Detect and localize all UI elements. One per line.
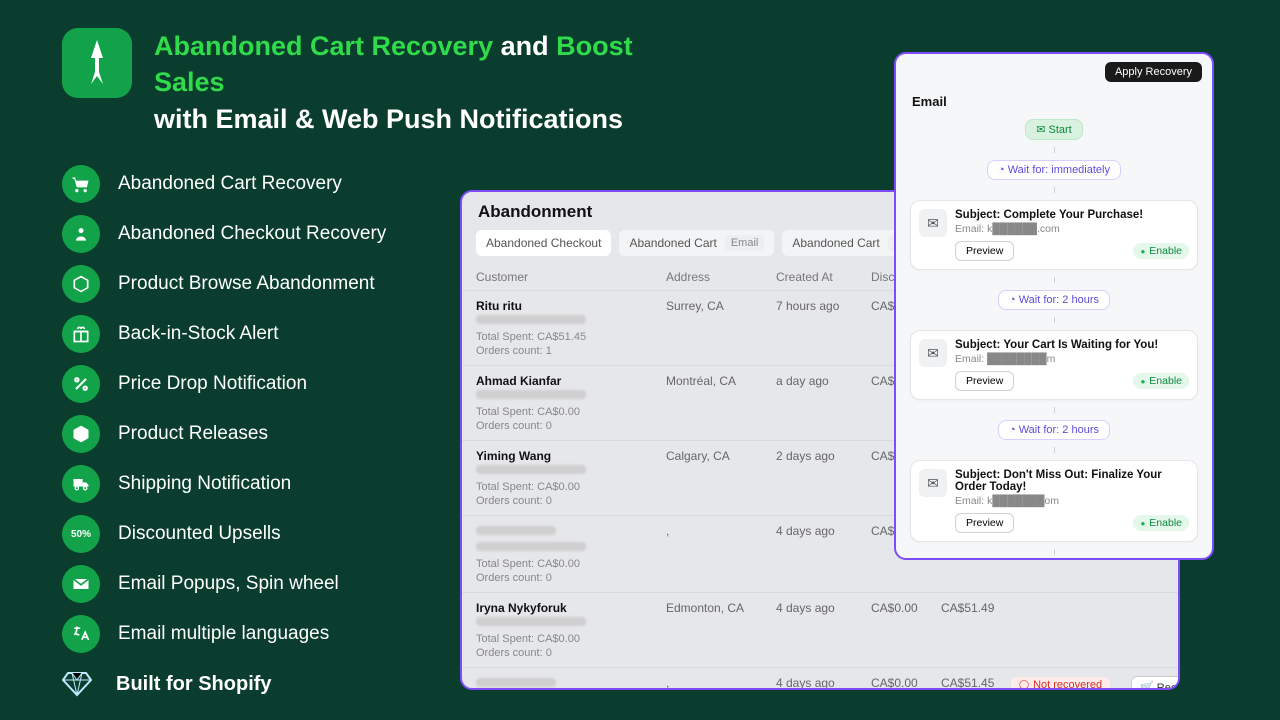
tab-abandoned-cart-email[interactable]: Abandoned CartEmail xyxy=(619,230,774,256)
feature-label: Abandoned Checkout Recovery xyxy=(118,223,386,245)
app-logo xyxy=(62,28,132,98)
feature-label: Email Popups, Spin wheel xyxy=(118,573,339,595)
hero-heading: Abandoned Cart Recovery and Boost Sales … xyxy=(62,28,642,137)
feature-label: Discounted Upsells xyxy=(118,523,281,545)
feature-label: Product Releases xyxy=(118,423,268,445)
email-subject: Subject: Your Cart Is Waiting for You! xyxy=(955,339,1189,351)
email-address: Email: ████████m xyxy=(955,353,1189,365)
status-not-recovered: Not recovered xyxy=(1011,677,1110,691)
apply-recovery-button[interactable]: Apply Recovery xyxy=(1105,62,1202,82)
email-address: Email: k██████.com xyxy=(955,223,1189,235)
preview-button[interactable]: Preview xyxy=(955,241,1014,261)
mail-icon xyxy=(62,565,100,603)
built-label: Built for Shopify xyxy=(116,673,272,696)
discount-badge-icon: 50% xyxy=(62,515,100,553)
mail-icon: ✉ xyxy=(919,209,947,237)
email-step-card[interactable]: ✉ Subject: Your Cart Is Waiting for You!… xyxy=(910,330,1198,400)
heading-part2: and xyxy=(501,31,549,61)
flow-wait-pill: ◔ Wait for: 2 hours xyxy=(998,290,1110,310)
feature-label: Back-in-Stock Alert xyxy=(118,323,279,345)
feature-label: Shipping Notification xyxy=(118,473,291,495)
percent-icon xyxy=(62,365,100,403)
feature-label: Price Drop Notification xyxy=(118,373,307,395)
heading-part1: Abandoned Cart Recovery xyxy=(154,31,493,61)
diamond-icon xyxy=(62,671,98,697)
feature-label: Email multiple languages xyxy=(118,623,329,645)
recover-button[interactable]: 🛒 Recover xyxy=(1131,676,1180,690)
box-icon xyxy=(62,265,100,303)
tab-abandoned-checkout[interactable]: Abandoned Checkout xyxy=(476,230,611,256)
box-icon xyxy=(62,415,100,453)
flow-wait-pill: ◔ Wait for: 2 hours xyxy=(998,420,1110,440)
feature-label: Abandoned Cart Recovery xyxy=(118,173,342,195)
checkout-icon xyxy=(62,215,100,253)
cart-icon xyxy=(62,165,100,203)
preview-button[interactable]: Preview xyxy=(955,513,1014,533)
table-row[interactable]: Iryna Nykyforuk Total Spent: CA$0.00 Ord… xyxy=(462,592,1178,667)
email-subject: Subject: Complete Your Purchase! xyxy=(955,209,1189,221)
email-flow-panel: Apply Recovery Email ✉ Start◔ Wait for: … xyxy=(894,52,1214,560)
feature-label: Product Browse Abandonment xyxy=(118,273,375,295)
flow-start-pill: ✉ Start xyxy=(1025,119,1083,140)
email-subject: Subject: Don't Miss Out: Finalize Your O… xyxy=(955,469,1189,493)
enable-pill[interactable]: Enable xyxy=(1133,373,1189,389)
truck-icon xyxy=(62,465,100,503)
preview-button[interactable]: Preview xyxy=(955,371,1014,391)
heading-part4: with Email & Web Push Notifications xyxy=(154,104,623,134)
email-step-card[interactable]: ✉ Subject: Don't Miss Out: Finalize Your… xyxy=(910,460,1198,542)
email-step-card[interactable]: ✉ Subject: Complete Your Purchase! Email… xyxy=(910,200,1198,270)
gift-icon xyxy=(62,315,100,353)
table-row[interactable]: Total Spent: CA$0.00 Orders count: 0 , 4… xyxy=(462,667,1178,690)
enable-pill[interactable]: Enable xyxy=(1133,243,1189,259)
language-icon xyxy=(62,615,100,653)
enable-pill[interactable]: Enable xyxy=(1133,515,1189,531)
mail-icon: ✉ xyxy=(919,469,947,497)
flow-wait-pill: ◔ Wait for: immediately xyxy=(987,160,1121,180)
mail-icon: ✉ xyxy=(919,339,947,367)
email-address: Email: k███████om xyxy=(955,495,1189,507)
